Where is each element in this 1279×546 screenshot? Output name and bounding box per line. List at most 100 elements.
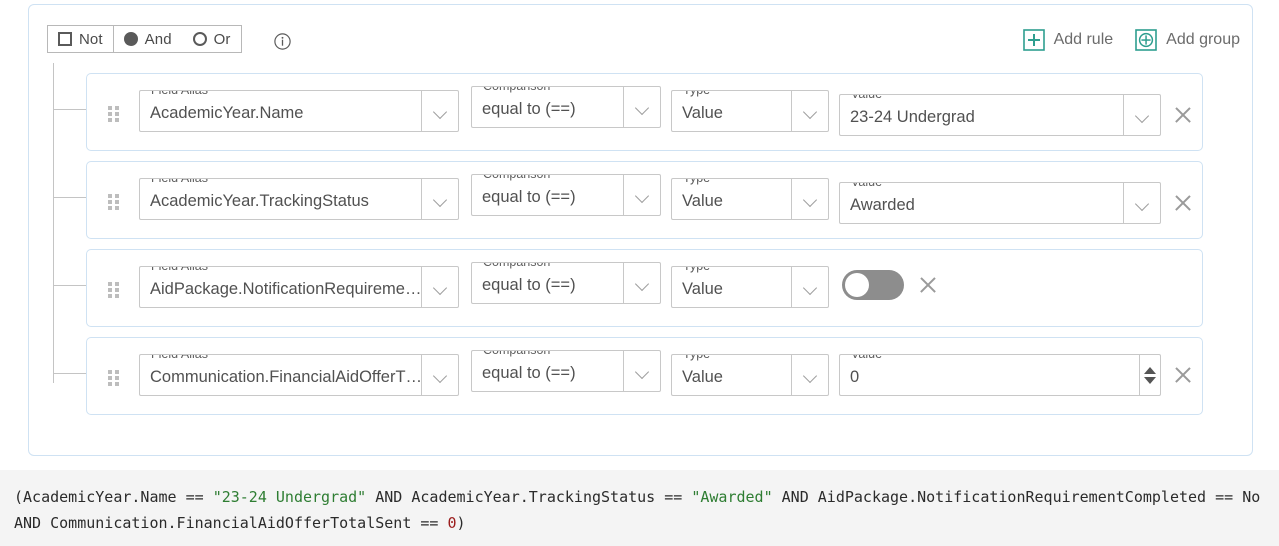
field-alias-dropdown-arrow[interactable] xyxy=(421,178,459,220)
comparison-label: Comparison * xyxy=(480,263,562,269)
field-alias-value: AcademicYear.Name xyxy=(150,105,304,122)
drag-handle-icon[interactable] xyxy=(108,194,119,210)
field-alias-select[interactable]: Field Alias * Communication.FinancialAid… xyxy=(139,354,459,396)
logic-operator-group[interactable]: Not And Or xyxy=(47,25,242,53)
field-alias-select[interactable]: Field Alias * AcademicYear.TrackingStatu… xyxy=(139,178,459,220)
checkbox-icon[interactable] xyxy=(58,32,72,46)
field-alias-dropdown-arrow[interactable] xyxy=(421,266,459,308)
stepper-down-icon[interactable] xyxy=(1144,376,1156,384)
logic-or-option[interactable]: Or xyxy=(192,31,231,48)
type-box[interactable]: Type * Value xyxy=(671,90,791,132)
type-value: Value xyxy=(682,369,723,386)
field-alias-box[interactable]: Field Alias * AidPackage.NotificationReq… xyxy=(139,266,421,308)
value-box[interactable]: Value * 23-24 Undergrad xyxy=(839,94,1123,136)
expr-line2-prefix: AND Communication.FinancialAidOfferTotal… xyxy=(14,514,448,532)
remove-rule-icon[interactable] xyxy=(1173,193,1193,213)
field-alias-select[interactable]: Field Alias * AcademicYear.Name xyxy=(139,90,459,132)
field-alias-label: Field Alias * xyxy=(148,91,220,97)
logic-and-label: And xyxy=(144,30,172,48)
comparison-dropdown-arrow[interactable] xyxy=(623,174,661,216)
value-select[interactable]: Value * Awarded xyxy=(839,182,1161,224)
field-alias-label: Field Alias * xyxy=(148,179,220,185)
chevron-down-icon xyxy=(434,107,447,115)
query-builder-header: Not And Or Add rule Add group xyxy=(29,5,1252,63)
comparison-box[interactable]: Comparison * equal to (==) xyxy=(471,174,623,216)
comparison-dropdown-arrow[interactable] xyxy=(623,86,661,128)
comparison-select[interactable]: Comparison * equal to (==) xyxy=(471,350,661,392)
chevron-down-icon xyxy=(636,367,649,375)
field-alias-box[interactable]: Field Alias * Communication.FinancialAid… xyxy=(139,354,421,396)
plus-circle-square-icon xyxy=(1135,29,1157,51)
value-text: 0 xyxy=(850,369,860,386)
type-box[interactable]: Type * Value xyxy=(671,178,791,220)
comparison-dropdown-arrow[interactable] xyxy=(623,350,661,392)
value-box[interactable]: Value * 0 xyxy=(839,354,1139,396)
comparison-select[interactable]: Comparison * equal to (==) xyxy=(471,86,661,128)
expr-number-literal: 0 xyxy=(447,514,457,532)
value-dropdown-arrow[interactable] xyxy=(1123,94,1161,136)
comparison-box[interactable]: Comparison * equal to (==) xyxy=(471,262,623,304)
drag-handle-icon[interactable] xyxy=(108,106,119,122)
field-alias-dropdown-arrow[interactable] xyxy=(421,354,459,396)
value-dropdown-arrow[interactable] xyxy=(1123,182,1161,224)
type-box[interactable]: Type * Value xyxy=(671,266,791,308)
value-box[interactable]: Value * Awarded xyxy=(839,182,1123,224)
type-select[interactable]: Type * Value xyxy=(671,266,829,308)
type-dropdown-arrow[interactable] xyxy=(791,354,829,396)
type-dropdown-arrow[interactable] xyxy=(791,90,829,132)
plus-square-icon xyxy=(1022,29,1045,51)
field-alias-box[interactable]: Field Alias * AcademicYear.Name xyxy=(139,90,421,132)
comparison-box[interactable]: Comparison * equal to (==) xyxy=(471,86,623,128)
comparison-dropdown-arrow[interactable] xyxy=(623,262,661,304)
type-dropdown-arrow[interactable] xyxy=(791,178,829,220)
type-value: Value xyxy=(682,281,723,298)
logic-and-option[interactable]: And xyxy=(123,30,172,48)
add-rule-label: Add rule xyxy=(1053,31,1114,48)
field-alias-value: Communication.FinancialAidOfferT… xyxy=(150,369,421,386)
expr-string-literal: "23-24 Undergrad" xyxy=(212,488,367,506)
field-alias-label: Field Alias * xyxy=(148,267,220,273)
chevron-down-icon xyxy=(1136,111,1149,119)
value-select[interactable]: Value * 23-24 Undergrad xyxy=(839,94,1161,136)
remove-rule-icon[interactable] xyxy=(1173,105,1193,125)
expr-line1-mid1: AND AcademicYear.TrackingStatus == xyxy=(366,488,692,506)
comparison-value: equal to (==) xyxy=(482,189,576,206)
remove-rule-icon[interactable] xyxy=(918,275,938,295)
value-toggle-switch[interactable] xyxy=(842,270,904,300)
query-builder-container: Not And Or Add rule Add group Field Alia… xyxy=(28,4,1253,456)
value-number-input[interactable]: Value * 0 xyxy=(839,354,1161,396)
type-select[interactable]: Type * Value xyxy=(671,354,829,396)
comparison-value: equal to (==) xyxy=(482,101,576,118)
drag-handle-icon[interactable] xyxy=(108,282,119,298)
stepper-up-icon[interactable] xyxy=(1144,366,1156,374)
radio-unselected-icon[interactable] xyxy=(192,32,207,46)
field-alias-dropdown-arrow[interactable] xyxy=(421,90,459,132)
rule-row: Field Alias * AcademicYear.TrackingStatu… xyxy=(86,161,1203,239)
logic-not-toggle[interactable]: Not xyxy=(48,26,113,52)
add-group-button[interactable]: Add group xyxy=(1135,29,1240,51)
field-alias-select[interactable]: Field Alias * AidPackage.NotificationReq… xyxy=(139,266,459,308)
type-label: Type * xyxy=(680,179,722,185)
drag-handle-icon[interactable] xyxy=(108,370,119,386)
type-box[interactable]: Type * Value xyxy=(671,354,791,396)
type-select[interactable]: Type * Value xyxy=(671,178,829,220)
field-alias-value: AidPackage.NotificationRequireme… xyxy=(150,281,421,298)
comparison-label: Comparison * xyxy=(480,87,562,93)
expression-text: (AcademicYear.Name == "23-24 Undergrad" … xyxy=(14,484,1265,536)
type-value: Value xyxy=(682,193,723,210)
comparison-select[interactable]: Comparison * equal to (==) xyxy=(471,262,661,304)
type-dropdown-arrow[interactable] xyxy=(791,266,829,308)
comparison-select[interactable]: Comparison * equal to (==) xyxy=(471,174,661,216)
radio-selected-icon[interactable] xyxy=(123,32,138,46)
info-circle-icon[interactable] xyxy=(274,33,291,50)
value-text: 23-24 Undergrad xyxy=(850,109,975,126)
type-label: Type * xyxy=(680,91,722,97)
type-select[interactable]: Type * Value xyxy=(671,90,829,132)
remove-rule-icon[interactable] xyxy=(1173,365,1193,385)
tree-branch-stub xyxy=(53,373,86,374)
comparison-box[interactable]: Comparison * equal to (==) xyxy=(471,350,623,392)
number-stepper[interactable] xyxy=(1139,354,1161,396)
add-rule-button[interactable]: Add rule xyxy=(1022,29,1114,51)
comparison-value: equal to (==) xyxy=(482,277,576,294)
field-alias-box[interactable]: Field Alias * AcademicYear.TrackingStatu… xyxy=(139,178,421,220)
